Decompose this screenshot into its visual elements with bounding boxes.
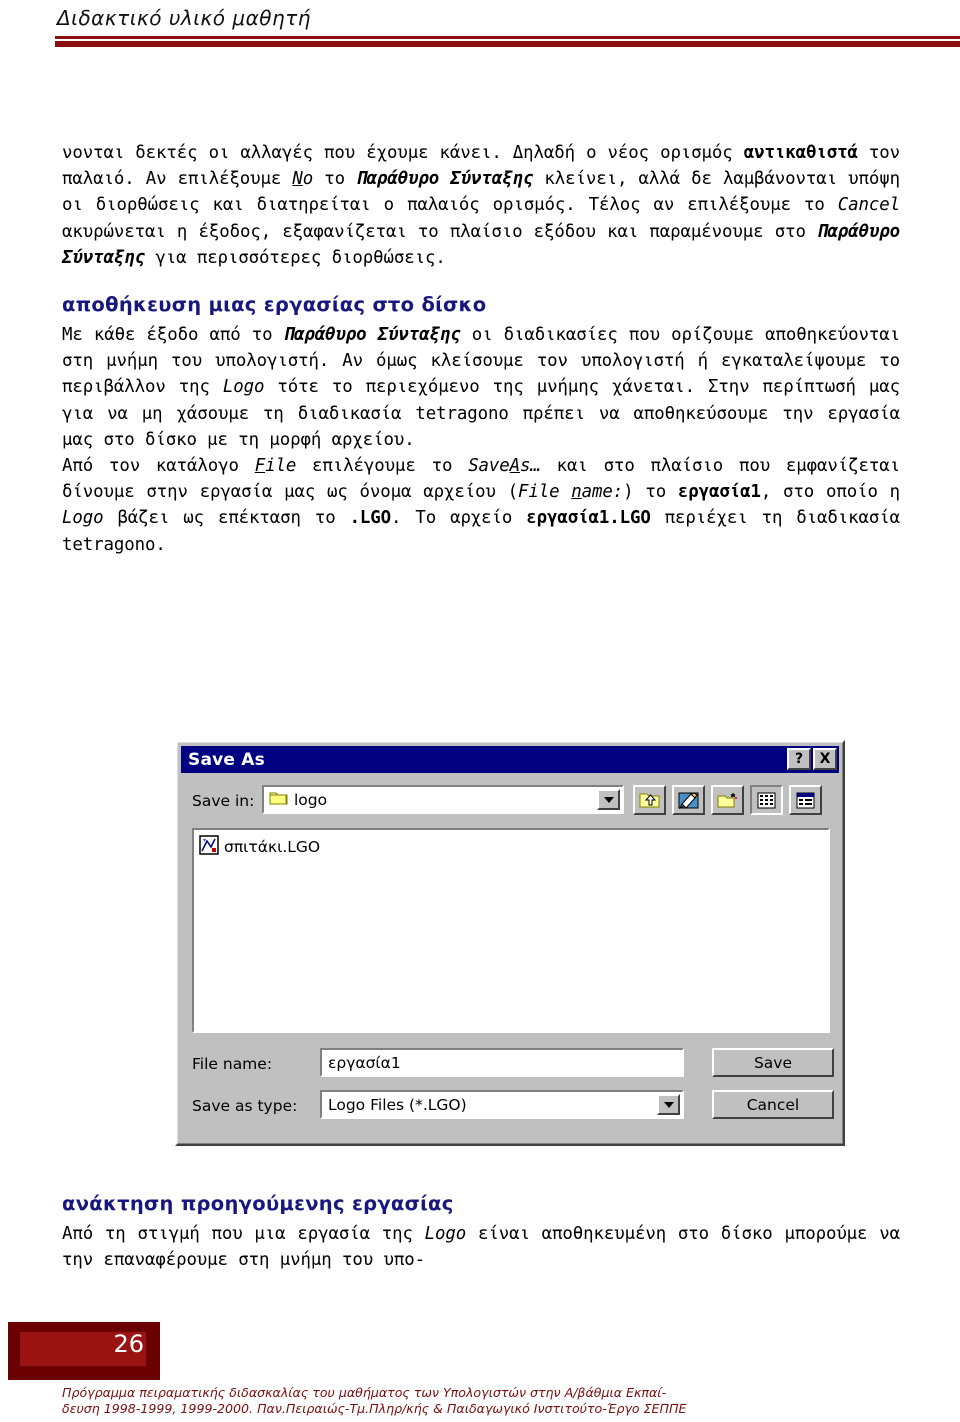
page-title: Διδακτικό υλικό μαθητή xyxy=(57,6,311,30)
save-in-label: Save in: xyxy=(192,792,255,810)
save-in-row: Save in: logo xyxy=(192,785,830,817)
file-name-label: File name: xyxy=(192,1055,273,1073)
chevron-down-icon[interactable] xyxy=(597,789,620,810)
desktop-icon[interactable] xyxy=(672,785,705,815)
save-as-type-value: Logo Files (*.LGO) xyxy=(328,1095,467,1114)
logo-file-icon xyxy=(199,835,219,859)
file-name-input[interactable]: εργασία1 xyxy=(320,1048,684,1077)
up-one-level-icon[interactable] xyxy=(633,785,666,815)
details-view-icon[interactable] xyxy=(789,785,822,815)
footer-note-line-1: Πρόγραμμα πειραματικής διδασκαλίας του μ… xyxy=(62,1385,667,1400)
dialog-title-buttons: ? X xyxy=(787,748,837,770)
help-button[interactable]: ? xyxy=(787,748,811,770)
file-list[interactable]: σπιτάκι.LGO xyxy=(192,828,830,1033)
dialog-title: Save As xyxy=(188,749,265,770)
close-icon[interactable]: X xyxy=(813,748,837,770)
folder-icon xyxy=(269,790,288,810)
list-item[interactable]: σπιτάκι.LGO xyxy=(199,835,828,859)
page-header: Διδακτικό υλικό μαθητή xyxy=(0,0,960,58)
save-as-type-label: Save as type: xyxy=(192,1097,298,1115)
dialog-title-bar[interactable]: Save As ? X xyxy=(181,746,839,773)
paragraph-2: Με κάθε έξοδο από το Παράθυρο Σύνταξης ο… xyxy=(62,325,900,450)
list-view-icon[interactable] xyxy=(750,785,783,815)
save-as-dialog[interactable]: Save As ? X Save in: logo σπιτάκι.LGO Fi… xyxy=(175,740,845,1146)
save-in-value: logo xyxy=(294,790,328,809)
page-number-badge: 26 xyxy=(8,1322,160,1380)
cancel-button[interactable]: Cancel xyxy=(712,1090,834,1119)
list-item-label: σπιτάκι.LGO xyxy=(224,838,321,856)
file-name-row: File name: εργασία1 Save xyxy=(192,1048,834,1078)
save-button[interactable]: Save xyxy=(712,1048,834,1077)
paragraph-1: νονται δεκτές οι αλλαγές που έχουμε κάνε… xyxy=(62,143,901,268)
document-body-lower: ανάκτηση προηγούμενης εργασίας Από τη στ… xyxy=(62,1192,900,1273)
heading-save-to-disk: αποθήκευση μιας εργασίας στο δίσκο xyxy=(62,293,487,317)
chevron-down-icon[interactable] xyxy=(657,1094,680,1115)
save-in-combobox[interactable]: logo xyxy=(262,785,624,814)
file-name-value: εργασία1 xyxy=(328,1053,401,1072)
footer-note: Πρόγραμμα πειραματικής διδασκαλίας του μ… xyxy=(62,1385,952,1417)
header-divider xyxy=(55,36,960,48)
paragraph-3: Από τον κατάλογο File επιλέγουμε το Save… xyxy=(62,456,900,555)
footer-note-line-2: δευση 1998-1999, 1999-2000. Παν.Πειραιώς… xyxy=(62,1401,687,1416)
header-rule-thick xyxy=(55,41,960,47)
save-as-type-combobox[interactable]: Logo Files (*.LGO) xyxy=(320,1090,684,1119)
new-folder-icon[interactable] xyxy=(711,785,744,815)
page-number: 26 xyxy=(113,1330,144,1358)
document-body: νονται δεκτές οι αλλαγές που έχουμε κάνε… xyxy=(62,140,900,558)
heading-retrieve-work: ανάκτηση προηγούμενης εργασίας xyxy=(62,1192,454,1215)
dialog-toolbar xyxy=(633,785,822,815)
paragraph-4: Από τη στιγμή που μια εργασία της Logo ε… xyxy=(62,1224,900,1271)
dialog-inner-frame: Save As ? X Save in: logo σπιτάκι.LGO Fi… xyxy=(177,742,843,1144)
save-as-type-row: Save as type: Logo Files (*.LGO) Cancel xyxy=(192,1090,834,1120)
